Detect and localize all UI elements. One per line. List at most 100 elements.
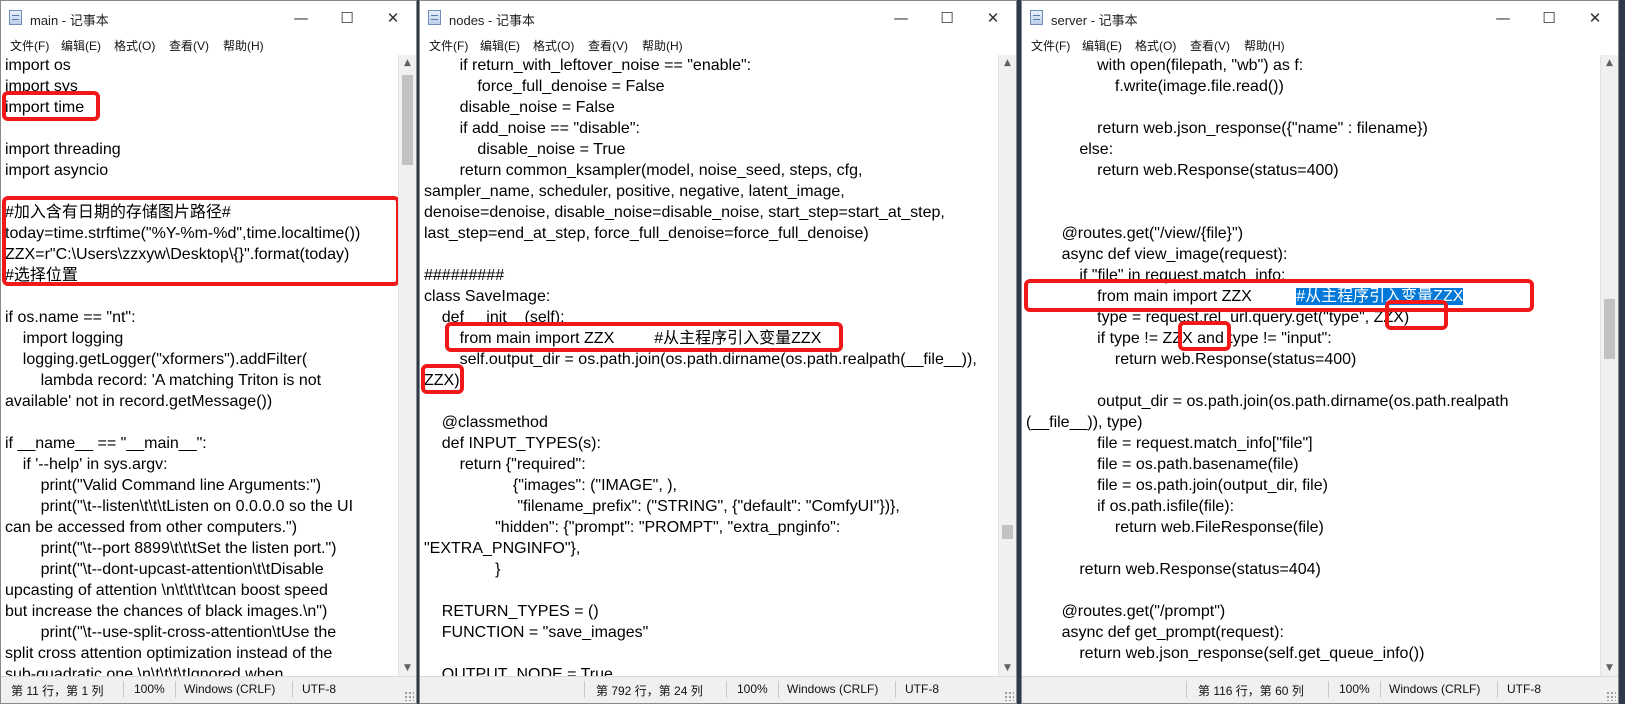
vertical-scrollbar[interactable]: ▲ ▼ <box>1600 55 1618 677</box>
code-line-text: from main import ZZX <box>1026 288 1297 305</box>
code-line: (__file__)), type) <box>1026 414 1143 431</box>
menu-bar: 文件(F) 编辑(E) 格式(O) 查看(V) 帮助(H) <box>1022 35 1618 55</box>
cursor-position: 第 116 行，第 60 列 <box>1198 684 1304 698</box>
menu-file[interactable]: 文件(F) <box>10 37 49 54</box>
close-button[interactable]: ✕ <box>970 5 1016 31</box>
code-line: from main import ZZX #从主程序引入变量ZZX <box>1026 286 1464 307</box>
code-line: ######### <box>424 267 505 284</box>
code-line: if return_with_leftover_noise == "enable… <box>424 57 752 74</box>
menu-help[interactable]: 帮助(H) <box>1244 37 1285 54</box>
code-line: but increase the chances of black images… <box>5 603 328 620</box>
minimize-button[interactable]: — <box>878 5 924 31</box>
cursor-position: 第 11 行，第 1 列 <box>11 684 104 698</box>
cursor-position: 第 792 行，第 24 列 <box>596 684 703 698</box>
status-divider <box>292 681 293 698</box>
notepad-window-nodes: nodes - 记事本 — ☐ ✕ 文件(F) 编辑(E) 格式(O) 查看(V… <box>419 0 1017 704</box>
resize-grip[interactable] <box>1004 691 1014 701</box>
code-line: class SaveImage: <box>424 288 551 305</box>
title-bar[interactable]: nodes - 记事本 — ☐ ✕ <box>420 1 1016 35</box>
menu-edit[interactable]: 编辑(E) <box>61 37 101 54</box>
scroll-up-icon[interactable]: ▲ <box>1601 55 1618 72</box>
code-line: return {"required": <box>424 456 586 473</box>
status-divider <box>584 681 585 698</box>
notepad-app-icon <box>1030 10 1043 25</box>
menu-help[interactable]: 帮助(H) <box>642 37 683 54</box>
encoding: UTF-8 <box>302 682 336 696</box>
menu-view[interactable]: 查看(V) <box>588 37 628 54</box>
line-ending: Windows (CRLF) <box>1389 682 1481 696</box>
scroll-up-icon[interactable]: ▲ <box>399 55 416 72</box>
code-line: return web.FileResponse(file) <box>1026 519 1324 536</box>
scroll-down-icon[interactable]: ▼ <box>999 660 1016 677</box>
menu-file[interactable]: 文件(F) <box>1031 37 1070 54</box>
resize-grip[interactable] <box>1606 691 1616 701</box>
menu-edit[interactable]: 编辑(E) <box>480 37 520 54</box>
code-line: file = os.path.join(output_dir, file) <box>1026 477 1328 494</box>
vertical-scrollbar[interactable]: ▲ ▼ <box>398 55 416 677</box>
minimize-button[interactable]: — <box>1480 5 1526 31</box>
selected-comment[interactable]: #从主程序引入变量ZZX <box>1296 288 1464 305</box>
maximize-button[interactable]: ☐ <box>1526 5 1572 31</box>
code-line: def __init__(self): <box>424 309 565 326</box>
menu-format[interactable]: 格式(O) <box>114 37 155 54</box>
code-line: if add_noise == "disable": <box>424 120 640 137</box>
scroll-up-icon[interactable]: ▲ <box>999 55 1016 72</box>
code-line: if __name__ == "__main__": <box>5 435 207 452</box>
title-bar[interactable]: main - 记事本 — ☐ ✕ <box>1 1 416 35</box>
menu-format[interactable]: 格式(O) <box>1135 37 1176 54</box>
code-line: available' not in record.getMessage()) <box>5 393 273 410</box>
close-button[interactable]: ✕ <box>1572 5 1618 31</box>
status-divider <box>895 681 896 698</box>
code-line: lambda record: 'A matching Triton is not <box>5 372 322 389</box>
code-line: upcasting of attention \n\t\t\t\tcan boo… <box>5 582 328 599</box>
text-editor[interactable]: if return_with_leftover_noise == "enable… <box>420 55 999 677</box>
menu-edit[interactable]: 编辑(E) <box>1082 37 1122 54</box>
code-line: def INPUT_TYPES(s): <box>424 435 601 452</box>
code-line: return web.json_response({"name" : filen… <box>1026 120 1428 137</box>
notepad-app-icon <box>428 10 441 25</box>
code-line: if '--help' in sys.argv: <box>5 456 168 473</box>
scroll-thumb[interactable] <box>402 75 413 165</box>
status-bar: 第 11 行，第 1 列 100% Windows (CRLF) UTF-8 <box>1 676 416 703</box>
encoding: UTF-8 <box>905 682 939 696</box>
text-editor[interactable]: import os import sys import time import … <box>1 55 399 677</box>
code-line: return web.json_response(self.get_queue_… <box>1026 645 1425 662</box>
close-button[interactable]: ✕ <box>370 5 416 31</box>
title-bar[interactable]: server - 记事本 — ☐ ✕ <box>1022 1 1618 35</box>
menu-format[interactable]: 格式(O) <box>533 37 574 54</box>
code-line: {"images": ("IMAGE", ), <box>424 477 677 494</box>
scroll-down-icon[interactable]: ▼ <box>399 660 416 677</box>
code-line: print("\t--use-split-cross-attention\tUs… <box>5 624 337 641</box>
code-line: import time <box>5 99 85 116</box>
menu-file[interactable]: 文件(F) <box>429 37 468 54</box>
code-line: today=time.strftime("%Y-%m-%d",time.loca… <box>5 225 361 242</box>
menu-bar: 文件(F) 编辑(E) 格式(O) 查看(V) 帮助(H) <box>420 35 1016 55</box>
menu-bar: 文件(F) 编辑(E) 格式(O) 查看(V) 帮助(H) <box>1 35 416 55</box>
resize-grip[interactable] <box>404 691 414 701</box>
code-line: if "file" in request.match_info: <box>1026 267 1286 284</box>
maximize-button[interactable]: ☐ <box>924 5 970 31</box>
zoom-level: 100% <box>737 682 768 696</box>
menu-view[interactable]: 查看(V) <box>1190 37 1230 54</box>
code-line: return web.Response(status=404) <box>1026 561 1321 578</box>
zoom-level: 100% <box>134 682 165 696</box>
status-divider <box>1380 681 1381 698</box>
text-editor[interactable]: with open(filepath, "wb") as f: f.write(… <box>1022 55 1601 677</box>
vertical-scrollbar[interactable]: ▲ ▼ <box>998 55 1016 677</box>
code-line: can be accessed from other computers.") <box>5 519 298 536</box>
notepad-window-main: main - 记事本 — ☐ ✕ 文件(F) 编辑(E) 格式(O) 查看(V)… <box>0 0 417 704</box>
minimize-button[interactable]: — <box>278 5 324 31</box>
scroll-thumb[interactable] <box>1604 299 1615 359</box>
code-line: ZZX=r"C:\Users\zzxyw\Desktop\{}".format(… <box>5 246 350 263</box>
scroll-thumb[interactable] <box>1002 525 1013 539</box>
menu-help[interactable]: 帮助(H) <box>223 37 264 54</box>
scroll-down-icon[interactable]: ▼ <box>1601 660 1618 677</box>
maximize-button[interactable]: ☐ <box>324 5 370 31</box>
code-line: @routes.get("/prompt") <box>1026 603 1226 620</box>
code-line: if os.name == "nt": <box>5 309 136 326</box>
menu-view[interactable]: 查看(V) <box>169 37 209 54</box>
code-line: import sys <box>5 78 78 95</box>
line-ending: Windows (CRLF) <box>787 682 879 696</box>
code-line: import asyncio <box>5 162 109 179</box>
code-line: import os <box>5 57 71 74</box>
